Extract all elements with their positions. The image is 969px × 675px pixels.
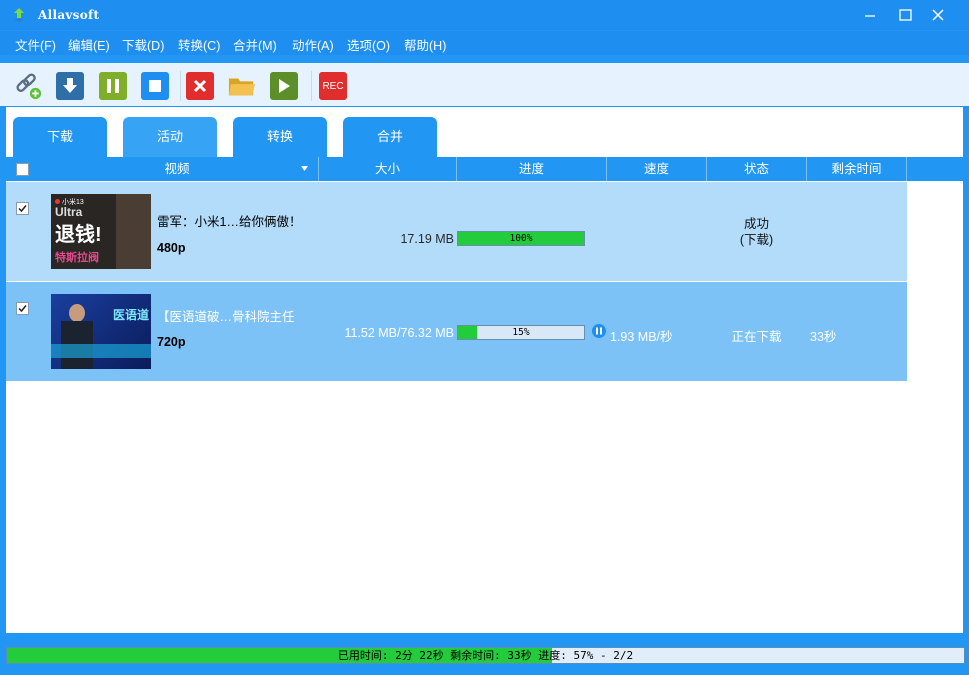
- pause-button[interactable]: [99, 72, 127, 100]
- thumbnail-person-head: [69, 304, 85, 322]
- thumbnail-text: Ultra: [55, 205, 83, 219]
- pause-circle-icon[interactable]: [592, 324, 606, 338]
- column-speed[interactable]: 速度: [607, 157, 707, 181]
- progress-text: 15%: [512, 327, 530, 338]
- download-speed: 1.93 MB/秒: [610, 330, 673, 344]
- tab-merge[interactable]: 合并: [343, 117, 437, 157]
- row-checkbox[interactable]: [16, 202, 29, 215]
- table-row[interactable]: 小米13 Ultra 退钱! 特斯拉阀 雷军：小米1…给你俩傲！ 480p 17…: [6, 182, 907, 281]
- title-bar: Allavsoft: [0, 0, 969, 30]
- column-status[interactable]: 状态: [707, 157, 807, 181]
- video-thumbnail: 小米13 Ultra 退钱! 特斯拉阀: [51, 194, 151, 269]
- pause-icon: [107, 79, 119, 93]
- menu-action[interactable]: 动作(A): [292, 35, 334, 54]
- sort-arrow-icon: [301, 166, 308, 171]
- video-resolution: 720p: [157, 335, 186, 349]
- file-size: 17.19 MB: [400, 232, 454, 246]
- progress-text: 100%: [509, 233, 533, 244]
- tab-download[interactable]: 下载: [13, 117, 107, 157]
- thumbnail-person-shape: [116, 194, 151, 269]
- status-text: 已用时间: 2分 22秒 剩余时间: 33秒 进度: 57% - 2/2: [337, 649, 634, 662]
- toolbar-divider: [180, 71, 181, 101]
- close-button[interactable]: [921, 0, 955, 30]
- progress-bar: 15%: [457, 325, 585, 340]
- status-text: 正在下载: [731, 330, 782, 344]
- link-add-icon: [16, 73, 42, 100]
- menu-options[interactable]: 选项(O): [347, 35, 390, 54]
- menu-convert[interactable]: 转换(C): [178, 35, 220, 54]
- folder-icon: [228, 78, 256, 96]
- time-remaining: 33秒: [810, 330, 837, 344]
- column-video-label: 视频: [164, 162, 190, 176]
- minimize-icon: [865, 15, 875, 17]
- toolbar: REC: [0, 63, 969, 106]
- status-progress-bar: 已用时间: 2分 22秒 剩余时间: 33秒 进度: 57% - 2/2: [6, 647, 965, 664]
- table-row[interactable]: 医语道 【医语道破…骨科院主任 720p 11.52 MB/76.32 MB 1…: [6, 282, 907, 381]
- status-line: 成功: [743, 217, 769, 231]
- minimize-button[interactable]: [853, 0, 887, 30]
- brand-dot-icon: [55, 199, 60, 204]
- column-progress[interactable]: 进度: [457, 157, 607, 181]
- app-logo-icon: [14, 8, 24, 22]
- checkmark-icon: [18, 305, 27, 313]
- close-icon: [932, 9, 944, 21]
- menu-download[interactable]: 下载(D): [122, 35, 164, 54]
- stop-icon: [149, 80, 161, 92]
- menu-edit[interactable]: 编辑(E): [68, 35, 110, 54]
- play-icon: [279, 79, 290, 93]
- file-size: 11.52 MB/76.32 MB: [344, 326, 454, 340]
- menu-help[interactable]: 帮助(H): [404, 35, 446, 54]
- column-size[interactable]: 大小: [319, 157, 457, 181]
- x-icon: [193, 79, 207, 93]
- video-title: 【医语道破…骨科院主任: [157, 310, 295, 324]
- checkmark-icon: [18, 205, 27, 213]
- paste-url-button[interactable]: [14, 72, 42, 100]
- status-line: (下载): [739, 233, 774, 247]
- column-header: 视频 大小 进度 速度 状态 剩余时间: [6, 157, 963, 181]
- maximize-button[interactable]: [888, 0, 922, 30]
- tab-convert[interactable]: 转换: [233, 117, 327, 157]
- record-button[interactable]: REC: [319, 72, 347, 100]
- column-remaining[interactable]: 剩余时间: [807, 157, 907, 181]
- stop-button[interactable]: [141, 72, 169, 100]
- main-panel: 下载 活动 转换 合并 视频 大小 进度 速度 状态 剩余时间 小米13 Ult…: [6, 107, 963, 633]
- thumbnail-text: 退钱!: [55, 224, 102, 246]
- download-button[interactable]: [56, 72, 84, 100]
- toolbar-divider: [311, 71, 312, 101]
- thumbnail-text: 特斯拉阀: [55, 252, 99, 264]
- row-checkbox[interactable]: [16, 302, 29, 315]
- select-all-checkbox[interactable]: [16, 163, 29, 176]
- video-resolution: 480p: [157, 241, 186, 255]
- thumbnail-caption-band: [51, 344, 151, 358]
- video-title: 雷军：小米1…给你俩傲！: [157, 215, 302, 229]
- open-folder-button[interactable]: [228, 72, 256, 100]
- menu-merge[interactable]: 合并(M): [233, 35, 277, 54]
- tab-active[interactable]: 活动: [123, 117, 217, 157]
- status-text: 成功 (下载): [707, 216, 806, 248]
- play-button[interactable]: [270, 72, 298, 100]
- video-thumbnail: 医语道: [51, 294, 151, 369]
- menu-bar: 文件(F) 编辑(E) 下载(D) 转换(C) 合并(M) 动作(A) 选项(O…: [0, 31, 969, 55]
- thumbnail-text: 医语道: [113, 308, 150, 322]
- app-title: Allavsoft: [38, 8, 100, 22]
- menu-file[interactable]: 文件(F): [15, 35, 56, 54]
- download-arrow-icon: [63, 78, 77, 93]
- progress-bar: 100%: [457, 231, 585, 246]
- delete-button[interactable]: [186, 72, 214, 100]
- column-video[interactable]: 视频: [36, 157, 319, 181]
- maximize-icon: [898, 9, 912, 21]
